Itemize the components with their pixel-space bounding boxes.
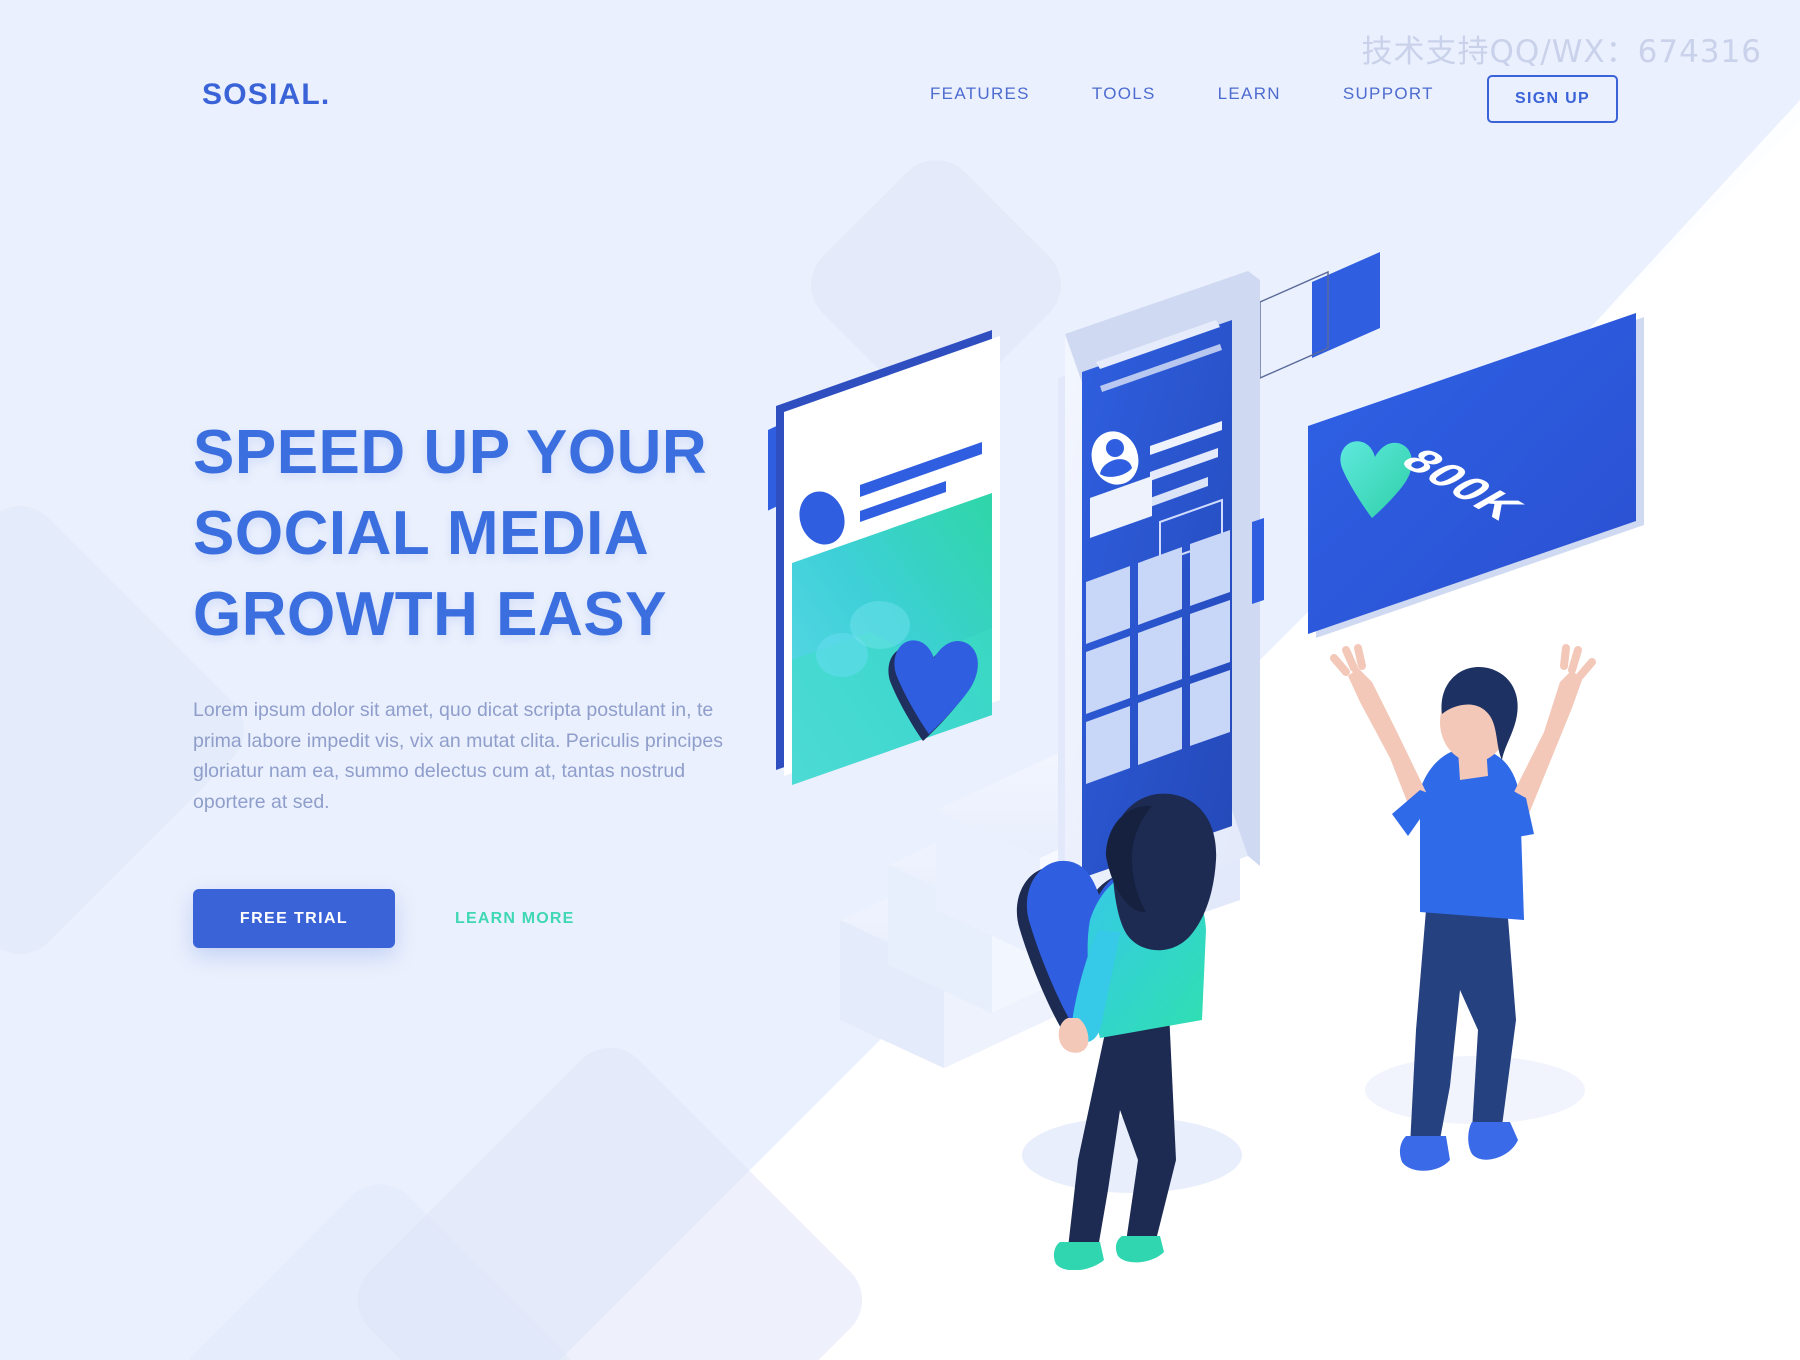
hero-paragraph: Lorem ipsum dolor sit amet, quo dicat sc… xyxy=(193,699,723,813)
free-trial-button[interactable]: FREE TRIAL xyxy=(193,889,395,948)
hero-actions: FREE TRIAL LEARN MORE xyxy=(193,889,793,948)
nav-link-tools[interactable]: TOOLS xyxy=(1092,84,1156,104)
learn-more-link[interactable]: LEARN MORE xyxy=(455,910,575,928)
hero-title-line-3: GROWTH EASY xyxy=(193,580,667,649)
watermark-text: 技术支持QQ/WX：674316 xyxy=(1361,34,1762,70)
stat-card xyxy=(1308,313,1644,638)
hero-title-line-2: SOCIAL MEDIA xyxy=(193,499,650,568)
nav-link-features[interactable]: FEATURES xyxy=(930,84,1030,104)
nav-link-learn[interactable]: LEARN xyxy=(1218,84,1281,104)
floating-frame-right xyxy=(1259,252,1380,380)
site-header: SOSIAL. FEATURES TOOLS LEARN SUPPORT SIG… xyxy=(0,0,1800,150)
post-card xyxy=(776,330,1000,785)
main-navigation: FEATURES TOOLS LEARN SUPPORT xyxy=(930,84,1434,104)
shoe xyxy=(1053,1242,1104,1270)
shoe xyxy=(1115,1236,1164,1263)
hero-title-line-1: SPEED UP YOUR xyxy=(193,418,708,487)
phone-side-button xyxy=(1252,518,1264,604)
brand-logo[interactable]: SOSIAL. xyxy=(202,78,330,112)
isometric-illustration-svg xyxy=(767,252,1644,1270)
page-root: 技术支持QQ/WX：674316 SOSIAL. FEATURES TOOLS … xyxy=(0,0,1800,1360)
shoe xyxy=(1399,1136,1450,1171)
nav-link-support[interactable]: SUPPORT xyxy=(1343,84,1434,104)
page-title: SPEED UP YOUR SOCIAL MEDIA GROWTH EASY xyxy=(193,412,793,655)
hero-illustration: 800K xyxy=(760,230,1800,1270)
shoe xyxy=(1468,1122,1518,1160)
hero-section: SPEED UP YOUR SOCIAL MEDIA GROWTH EASY L… xyxy=(193,412,793,948)
sign-up-button[interactable]: SIGN UP xyxy=(1487,75,1618,123)
